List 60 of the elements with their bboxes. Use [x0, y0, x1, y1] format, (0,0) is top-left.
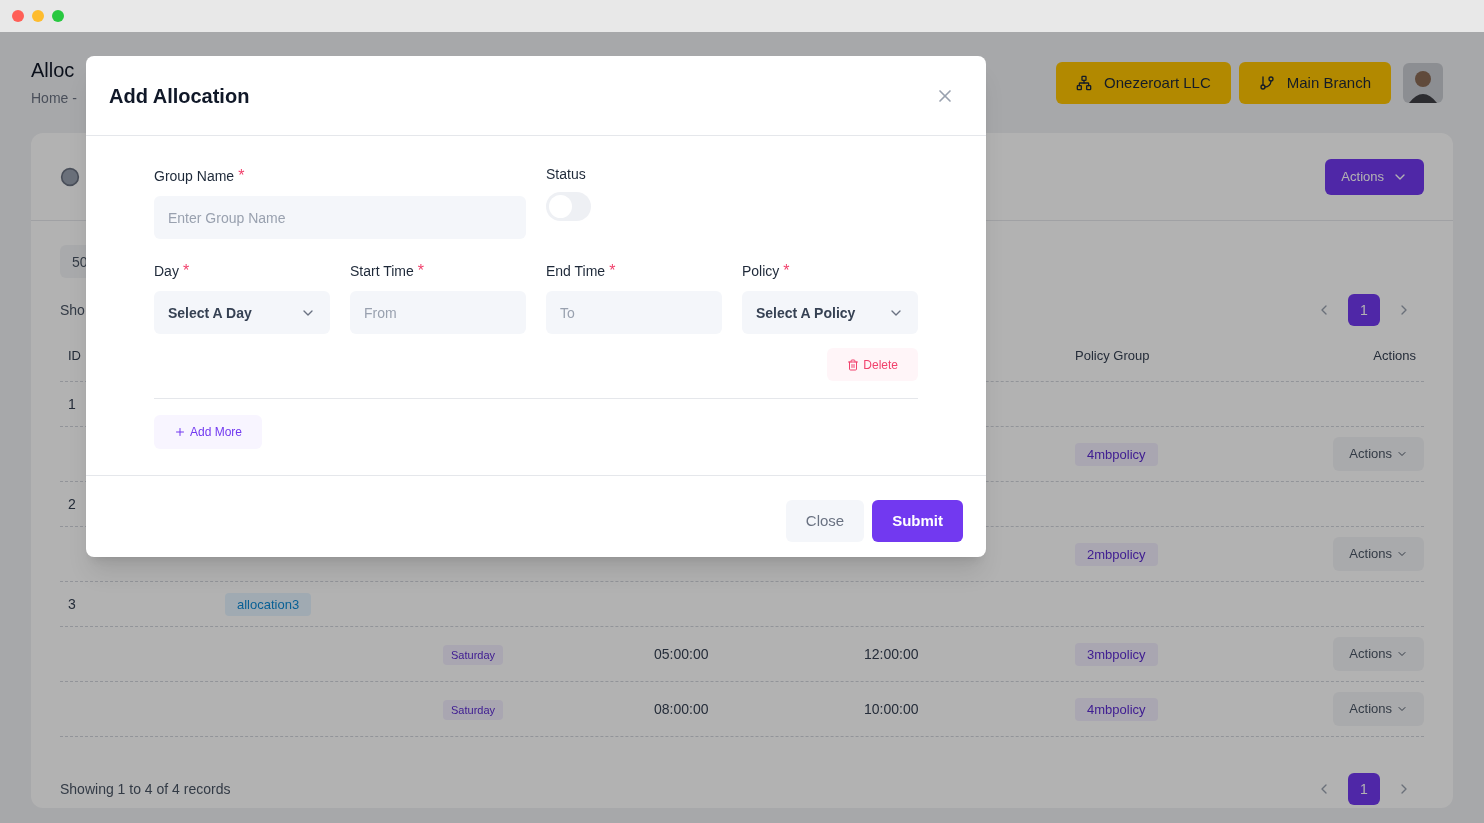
avatar[interactable]	[1403, 63, 1443, 103]
table-cell-text: 08:00:00	[653, 700, 710, 719]
table-cell-text: 2	[67, 495, 77, 514]
row-actions-button[interactable]: Actions	[1333, 537, 1424, 571]
records-summary: Showing 1 to 4 of 4 records	[60, 780, 231, 799]
column-header: ID	[67, 346, 82, 365]
row-actions-button[interactable]: Actions	[1333, 692, 1424, 726]
delete-button[interactable]: Delete	[827, 348, 918, 381]
table-cell-text: 3	[67, 595, 77, 614]
close-button[interactable]: Close	[785, 500, 865, 542]
select-field[interactable]: Select A Day	[154, 291, 330, 334]
required-mark: *	[609, 261, 616, 281]
time-field[interactable]: To	[546, 291, 722, 334]
required-mark: *	[238, 166, 245, 186]
required-mark: *	[783, 261, 790, 281]
field-label: Start Time	[350, 262, 414, 281]
page-button[interactable]: 1	[1348, 294, 1380, 326]
field-label: Day	[154, 262, 179, 281]
trash-icon	[847, 358, 860, 371]
maximize-window-icon[interactable]	[52, 10, 64, 22]
table-cell-text: 05:00:00	[653, 645, 710, 664]
close-window-icon[interactable]	[12, 10, 24, 22]
add-more-button[interactable]: Add More	[154, 415, 263, 449]
page-button[interactable]: 1	[1348, 773, 1380, 805]
policy-badge: 3mbpolicy	[1075, 642, 1158, 666]
group-name-field[interactable]: Enter Group Name	[154, 196, 526, 239]
branch-button[interactable]: Main Branch	[1238, 62, 1391, 104]
policy-badge: 4mbpolicy	[1075, 697, 1158, 721]
organization-button[interactable]: Onezeroart LLC	[1056, 62, 1231, 104]
required-mark: *	[182, 261, 190, 281]
day-badge: Saturday	[443, 645, 504, 665]
actions-button[interactable]: Actions	[1325, 158, 1424, 195]
breadcrumb: Home -	[31, 89, 77, 108]
table-cell-text: 12:00:00	[863, 645, 920, 664]
column-header: Policy Group	[1074, 346, 1151, 365]
field-label: Policy	[742, 262, 780, 281]
network-icon	[1076, 75, 1093, 91]
required-mark: *	[417, 261, 425, 281]
policy-badge: 4mbpolicy	[1075, 442, 1158, 466]
select-field[interactable]: Select A Policy	[742, 291, 918, 334]
group-badge: allocation3	[225, 592, 312, 616]
field-label: End Time	[546, 262, 606, 281]
branch-icon	[1258, 75, 1275, 91]
column-header: Actions	[1373, 346, 1417, 365]
minimize-window-icon[interactable]	[32, 10, 44, 22]
submit-button[interactable]: Submit	[872, 500, 963, 542]
modal-title: Add Allocation	[109, 83, 250, 109]
page-title: Alloc	[31, 58, 76, 83]
field-label: Group Name	[154, 167, 235, 186]
row-actions-button[interactable]: Actions	[1333, 637, 1424, 671]
policy-badge: 2mbpolicy	[1075, 542, 1158, 566]
day-badge: Saturday	[443, 700, 504, 720]
records-summary: Sho	[60, 301, 85, 320]
table-cell-text: 10:00:00	[863, 700, 920, 719]
time-field[interactable]: From	[350, 291, 526, 334]
table-cell-text: 1	[67, 395, 77, 414]
plus-icon	[174, 426, 186, 438]
field-label: Status	[546, 165, 587, 184]
row-actions-button[interactable]: Actions	[1333, 437, 1424, 471]
clock-icon	[60, 166, 80, 187]
